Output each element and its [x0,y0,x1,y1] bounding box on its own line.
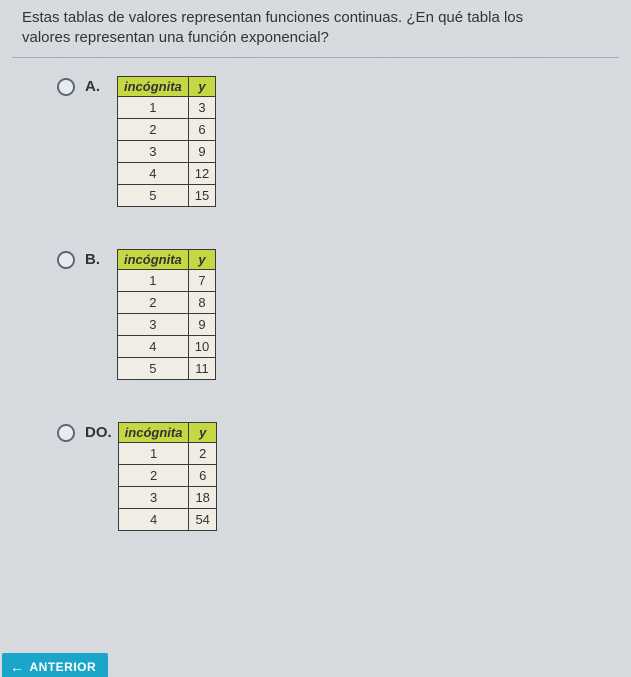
divider [12,57,619,58]
table-a: incógnita y 13 26 39 412 515 [117,76,216,207]
table-row: 26 [118,118,216,140]
table-row: 515 [118,184,216,206]
table-do-header-y: y [189,422,216,442]
question-text: Estas tablas de valores representan func… [12,8,619,49]
option-a-label: A. [85,78,111,95]
option-do[interactable]: DO. incógnita y 12 26 318 454 [57,422,619,531]
radio-a[interactable] [57,78,75,96]
previous-button[interactable]: ← ANTERIOR [2,653,108,677]
table-row: 26 [118,464,216,486]
arrow-left-icon: ← [10,659,25,675]
table-do-header-x: incógnita [118,422,189,442]
table-do: incógnita y 12 26 318 454 [118,422,217,531]
table-row: 12 [118,442,216,464]
table-b-header-x: incógnita [118,249,189,269]
table-row: 511 [118,357,216,379]
option-b-label: B. [85,251,111,268]
table-row: 318 [118,486,216,508]
question-line1: Estas tablas de valores representan func… [22,9,523,26]
table-a-header-y: y [188,76,215,96]
table-row: 28 [118,291,216,313]
question-line2: valores representan una función exponenc… [22,29,329,46]
table-row: 17 [118,269,216,291]
table-a-header-x: incógnita [118,76,189,96]
previous-button-label: ANTERIOR [30,660,97,674]
table-row: 412 [118,162,216,184]
table-row: 454 [118,508,216,530]
table-row: 410 [118,335,216,357]
table-row: 39 [118,140,216,162]
table-row: 13 [118,96,216,118]
option-a[interactable]: A. incógnita y 13 26 39 412 515 [57,76,619,207]
table-b: incógnita y 17 28 39 410 511 [117,249,216,380]
option-do-label: DO. [85,424,112,441]
option-b[interactable]: B. incógnita y 17 28 39 410 511 [57,249,619,380]
table-row: 39 [118,313,216,335]
radio-do[interactable] [57,424,75,442]
table-b-header-y: y [188,249,215,269]
radio-b[interactable] [57,251,75,269]
